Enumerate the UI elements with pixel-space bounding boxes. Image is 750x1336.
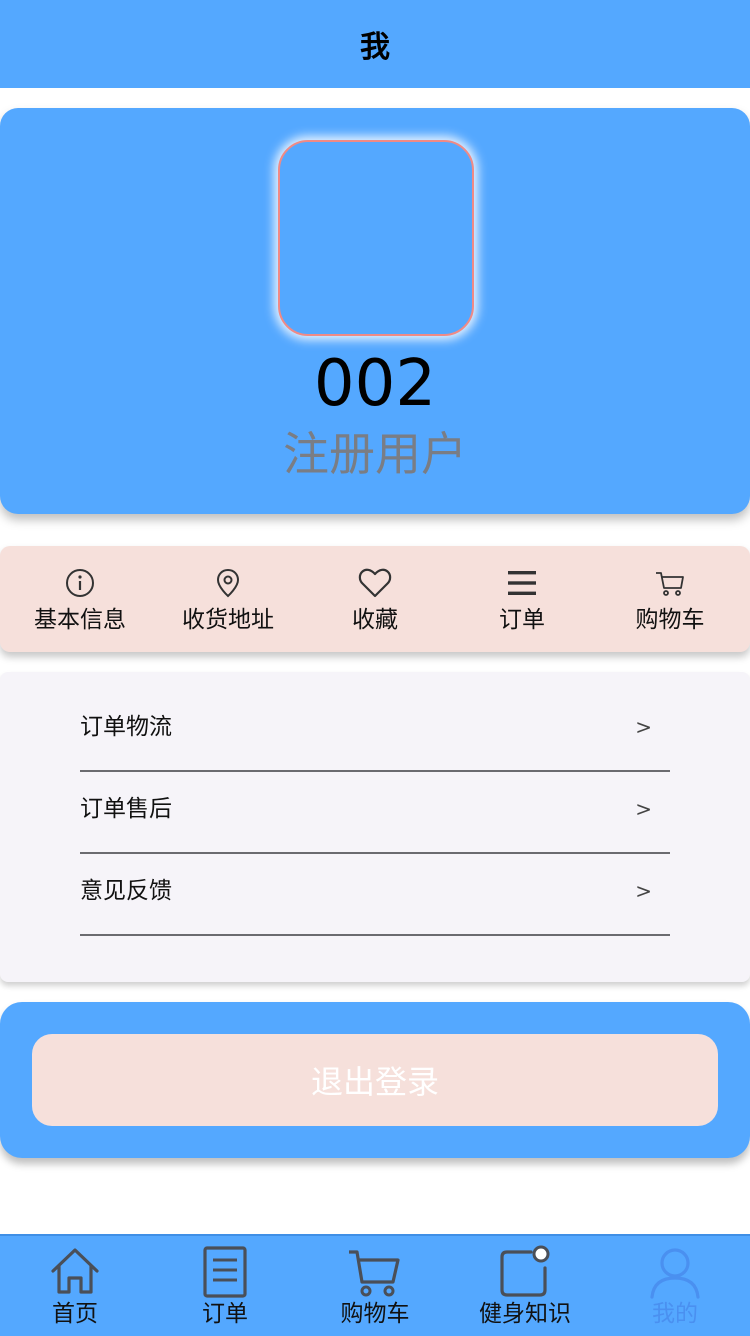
tab-home[interactable]: 首页: [0, 1236, 150, 1336]
bottom-tab-bar: 首页 订单 购物车 健身知识 我的: [0, 1234, 750, 1336]
quick-action-label: 基本信息: [34, 607, 126, 633]
home-icon: [51, 1248, 99, 1294]
cart-icon: [653, 566, 687, 600]
menu-lines-icon: [505, 566, 539, 600]
menu-item-label: 订单售后: [80, 796, 172, 822]
menu-item-label: 订单物流: [80, 714, 172, 740]
info-icon: [63, 566, 97, 600]
profile-card: 002 注册用户: [0, 108, 750, 514]
tab-orders[interactable]: 订单: [150, 1236, 300, 1336]
menu-item-order-logistics[interactable]: 订单物流 >: [80, 690, 670, 772]
top-navbar: 我: [0, 0, 750, 88]
tab-cart[interactable]: 购物车: [300, 1236, 450, 1336]
quick-action-orders[interactable]: 订单: [447, 546, 597, 652]
tab-label: 我的: [652, 1301, 698, 1327]
cart-icon: [349, 1250, 400, 1297]
user-id: 002: [313, 347, 437, 421]
menu-item-feedback[interactable]: 意见反馈 >: [80, 854, 670, 936]
logout-card: 退出登录: [0, 1002, 750, 1158]
document-icon: [203, 1246, 247, 1298]
quick-action-favorites[interactable]: 收藏: [300, 546, 450, 652]
quick-action-label: 订单: [499, 607, 545, 633]
notification-icon: [500, 1245, 550, 1297]
chevron-right-icon: >: [635, 879, 652, 903]
quick-action-address[interactable]: 收货地址: [153, 546, 303, 652]
quick-action-label: 收货地址: [182, 607, 274, 633]
chevron-right-icon: >: [635, 715, 652, 739]
menu-list: 订单物流 > 订单售后 > 意见反馈 >: [0, 672, 750, 982]
user-role: 注册用户: [283, 427, 467, 481]
quick-action-label: 购物车: [635, 607, 705, 633]
user-icon: [650, 1248, 700, 1299]
heart-icon: [358, 566, 392, 600]
tab-label: 订单: [202, 1301, 248, 1327]
quick-action-label: 收藏: [352, 607, 398, 633]
tab-me[interactable]: 我的: [600, 1236, 750, 1336]
menu-item-label: 意见反馈: [80, 878, 172, 904]
quick-action-bar: 基本信息 收货地址 收藏 订单 购物车: [0, 546, 750, 652]
tab-label: 购物车: [340, 1301, 410, 1327]
page-title: 我: [360, 30, 390, 65]
chevron-right-icon: >: [635, 797, 652, 821]
logout-button[interactable]: 退出登录: [32, 1034, 718, 1126]
menu-item-after-sales[interactable]: 订单售后 >: [80, 772, 670, 854]
quick-action-basic-info[interactable]: 基本信息: [5, 546, 155, 652]
tab-label: 健身知识: [479, 1301, 571, 1327]
tab-fitness-knowledge[interactable]: 健身知识: [450, 1236, 600, 1336]
location-pin-icon: [211, 566, 245, 600]
avatar[interactable]: [278, 140, 474, 336]
quick-action-cart[interactable]: 购物车: [595, 546, 745, 652]
tab-label: 首页: [52, 1301, 98, 1327]
